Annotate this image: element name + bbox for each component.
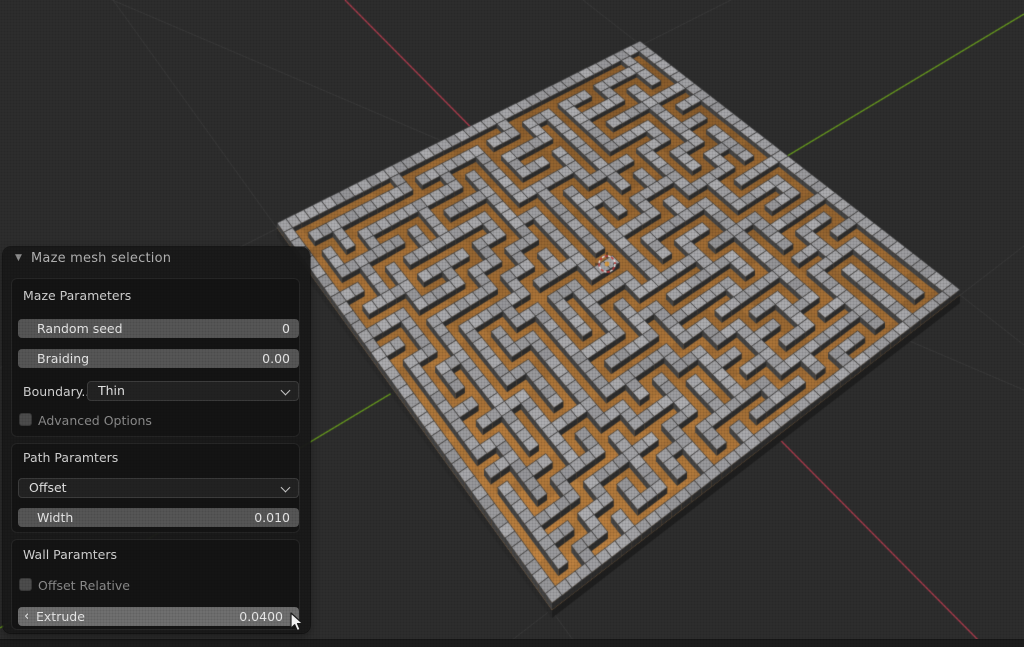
wall-parameters-heading: Wall Paramters	[23, 547, 117, 562]
extrude-value: 0.0400	[239, 607, 283, 626]
advanced-options-checkbox[interactable]	[19, 413, 32, 426]
braiding-slider[interactable]: Braiding 0.00	[18, 349, 299, 368]
path-type-value: Offset	[29, 479, 67, 497]
random-seed-slider[interactable]: Random seed 0	[18, 319, 299, 338]
panel-header[interactable]: ▼ Maze mesh selection	[3, 247, 310, 273]
collapse-triangle-icon[interactable]: ▼	[15, 253, 22, 263]
path-parameters-box: Path Paramters Offset Width 0.010	[11, 443, 300, 533]
chevron-down-icon	[281, 483, 291, 493]
slider-right-arrow-icon[interactable]: ›	[290, 607, 295, 626]
operator-panel: ▼ Maze mesh selection Maze Parameters Ra…	[3, 247, 310, 633]
width-slider[interactable]: Width 0.010	[18, 508, 299, 527]
extrude-slider[interactable]: ‹ Extrude 0.0400 ›	[18, 607, 299, 626]
wall-parameters-box: Wall Paramters Offset Relative ‹ Extrude…	[11, 539, 300, 630]
slider-left-arrow-icon[interactable]: ‹	[24, 607, 29, 626]
extrude-label: Extrude	[36, 607, 85, 626]
offset-relative-checkbox[interactable]	[19, 578, 32, 591]
boundary-dropdown[interactable]: Thin	[87, 381, 299, 401]
path-type-dropdown[interactable]: Offset	[18, 478, 299, 498]
panel-title: Maze mesh selection	[31, 251, 171, 266]
offset-relative-label: Offset Relative	[38, 578, 130, 593]
maze-parameters-box: Maze Parameters Random seed 0 Braiding 0…	[11, 278, 300, 437]
maze-parameters-heading: Maze Parameters	[23, 288, 131, 303]
editor-divider[interactable]	[0, 639, 1024, 647]
random-seed-value: 0	[282, 319, 290, 338]
blender-window: { "viewport": { "background": "#2e2e2e",…	[0, 0, 1024, 647]
boundary-dropdown-value: Thin	[98, 382, 125, 400]
width-label: Width	[37, 508, 73, 527]
chevron-down-icon	[281, 386, 291, 396]
advanced-options-label: Advanced Options	[38, 413, 152, 428]
width-value: 0.010	[254, 508, 290, 527]
path-parameters-heading: Path Paramters	[23, 450, 118, 465]
braiding-value: 0.00	[262, 349, 290, 368]
random-seed-label: Random seed	[37, 319, 123, 338]
boundary-label: Boundary...	[23, 384, 93, 399]
braiding-label: Braiding	[37, 349, 89, 368]
